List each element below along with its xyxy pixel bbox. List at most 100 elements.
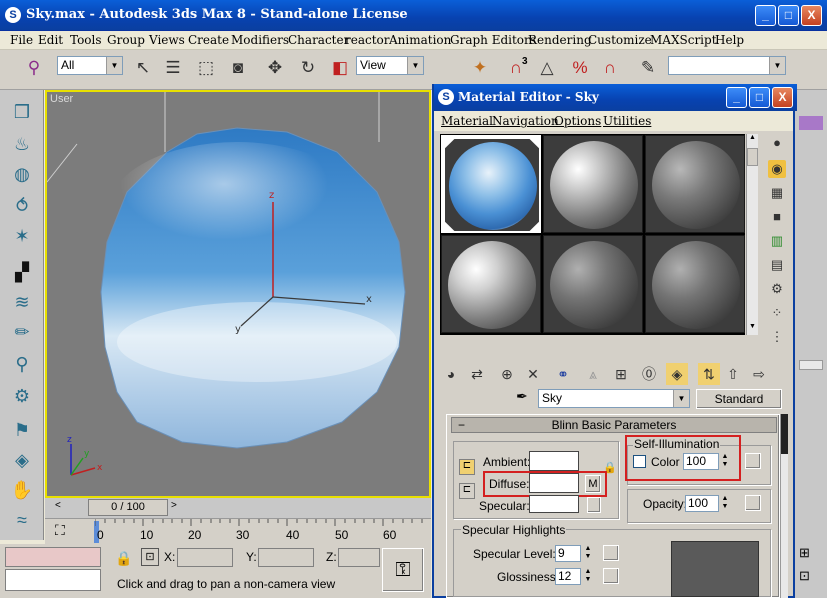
opacity-spinner-arrows[interactable]: ▲ ▼ (720, 495, 730, 512)
get-material-icon[interactable]: ◕ (440, 363, 462, 385)
sample-slot[interactable] (543, 135, 643, 233)
maxscript-listener-white[interactable] (5, 569, 101, 591)
video-color-check-icon[interactable]: ▥ (768, 232, 786, 250)
selection-filter-dropdown[interactable]: All ▼ (57, 56, 123, 75)
menu-group[interactable]: Group (107, 33, 145, 47)
named-selection-dropdown[interactable]: ▼ (668, 56, 786, 75)
panel-field[interactable] (799, 360, 823, 370)
maxscript-listener-pink[interactable] (5, 547, 101, 567)
percent-snap-icon[interactable]: % (568, 56, 592, 80)
stack-icon[interactable]: ≋ (8, 288, 36, 316)
x-coordinate-field[interactable] (177, 548, 233, 567)
diffuse-color-swatch[interactable] (529, 473, 579, 493)
timeline-ruler[interactable]: ⛶ 0 10 20 30 40 50 60 (45, 518, 431, 544)
close-button[interactable]: X (801, 5, 822, 26)
sample-slot[interactable] (543, 235, 643, 333)
glossiness-spinner[interactable]: 12 (555, 568, 581, 585)
zoom-extents-icon[interactable]: ⊡ (799, 568, 810, 584)
go-forward-icon[interactable]: ⇨ (748, 363, 770, 385)
diffuse-map-button[interactable]: M (585, 475, 601, 493)
weather-vane-icon[interactable]: ⚑ (8, 416, 36, 444)
sample-slot[interactable] (645, 135, 745, 233)
named-selection-icon[interactable]: ✎ (636, 56, 660, 80)
opacity-map-button[interactable] (745, 495, 761, 511)
me-menu-utilities[interactable]: Utilities (603, 114, 651, 128)
menu-edit[interactable]: Edit (38, 33, 63, 47)
z-coordinate-field[interactable] (338, 548, 380, 567)
options-icon[interactable]: ⚙ (768, 280, 786, 298)
menu-help[interactable]: Help (715, 33, 744, 47)
specular-level-spinner-arrows[interactable]: ▲ ▼ (583, 545, 593, 562)
make-unique-icon[interactable]: ⩓ (582, 363, 604, 385)
sample-type-icon[interactable]: ● (768, 134, 786, 152)
select-link-icon[interactable]: ⚲ (22, 56, 46, 80)
make-preview-icon[interactable]: ▤ (768, 256, 786, 274)
select-object-icon[interactable]: ↖ (131, 56, 155, 80)
sample-slot[interactable] (645, 235, 745, 333)
opacity-spinner[interactable]: 100 (685, 495, 719, 512)
me-close-button[interactable]: X (772, 87, 793, 108)
specular-level-map-button[interactable] (603, 545, 619, 561)
menu-create[interactable]: Create (188, 33, 229, 47)
biped-icon[interactable]: ✶ (8, 222, 36, 250)
menu-rendering[interactable]: Rendering (528, 33, 592, 47)
material-name-field[interactable]: Sky ▼ (538, 389, 690, 408)
object-color-swatch[interactable] (799, 116, 823, 130)
me-menu-material[interactable]: Material (441, 114, 493, 128)
menu-graph-editors[interactable]: Graph Editors (450, 33, 536, 47)
key-icon[interactable]: ⚿ (382, 548, 424, 592)
viewport-nav-icon[interactable]: ⊞ (799, 545, 810, 561)
rotate-icon[interactable]: ↻ (296, 56, 320, 80)
menu-file[interactable]: File (10, 33, 33, 47)
move-icon[interactable]: ✥ (263, 56, 287, 80)
self-illum-color-checkbox[interactable] (633, 455, 646, 468)
sample-uv-icon[interactable]: ■ (768, 208, 786, 226)
make-copy-icon[interactable]: ⚭ (552, 363, 574, 385)
wave-icon[interactable]: ≈ (8, 506, 36, 534)
ambient-color-swatch[interactable] (529, 451, 579, 471)
checker-icon[interactable]: ▞ (8, 258, 36, 286)
scale-icon[interactable]: ◧ (328, 56, 352, 80)
spinner-snap-icon[interactable]: ∩ (598, 56, 622, 80)
material-effects-channel-icon[interactable]: ⓪ (638, 363, 660, 385)
menu-character[interactable]: Character (288, 33, 349, 47)
curve-editor-icon[interactable]: ⛶ (55, 522, 65, 539)
chevron-down-icon[interactable]: ▼ (747, 323, 758, 333)
reference-coord-dropdown[interactable]: View ▼ (356, 56, 424, 75)
rollout-header[interactable]: − Blinn Basic Parameters (451, 417, 777, 433)
menu-animation[interactable]: Animation (389, 33, 451, 47)
me-minimize-button[interactable]: _ (726, 87, 747, 108)
search-zoom-icon[interactable]: ⚲ (8, 350, 36, 378)
pivot-icon[interactable]: ✦ (468, 56, 492, 80)
pen-icon[interactable]: ✏ (8, 318, 36, 346)
put-to-scene-icon[interactable]: ⇄ (466, 363, 488, 385)
menu-maxscript[interactable]: MAXScript (650, 33, 717, 47)
lock-ambient-diffuse-icon[interactable]: ⊏ (459, 459, 475, 475)
angle-snap-icon[interactable]: △ (535, 56, 559, 80)
self-illum-map-button[interactable] (745, 453, 761, 469)
time-slider[interactable]: < 0 / 100 > (45, 498, 431, 518)
menu-reactor[interactable]: reactor (345, 33, 390, 47)
go-to-parent-icon[interactable]: ⇧ (722, 363, 744, 385)
assign-material-icon[interactable]: ⊕ (496, 363, 518, 385)
user-viewport[interactable]: User z x y z x y (45, 90, 431, 498)
gear-icon[interactable]: ⚙ (8, 382, 36, 410)
menu-customize[interactable]: Customize (588, 33, 652, 47)
slider-prev-icon[interactable]: < (55, 500, 65, 515)
slider-next-icon[interactable]: > (171, 500, 181, 515)
lock-diffuse-specular-icon[interactable]: ⊏ (459, 483, 475, 499)
me-maximize-button[interactable]: □ (749, 87, 770, 108)
specular-color-swatch[interactable] (529, 495, 579, 513)
sample-slot[interactable] (441, 235, 541, 333)
menu-views[interactable]: Views (149, 33, 185, 47)
background-checker-icon[interactable]: ▦ (768, 184, 786, 202)
lock-selection-icon[interactable]: 🔒 (115, 550, 132, 567)
chevron-up-icon[interactable]: ▲ (747, 134, 758, 144)
rollout-scrollbar[interactable] (780, 414, 788, 598)
create-box-icon[interactable]: ❒ (8, 98, 36, 126)
glossiness-spinner-arrows[interactable]: ▲ ▼ (583, 568, 593, 585)
backlight-icon[interactable]: ◉ (768, 160, 786, 178)
lathe-icon[interactable]: ⥀ (8, 192, 36, 220)
frame-counter[interactable]: 0 / 100 (88, 499, 168, 516)
fish-icon[interactable]: ◈ (8, 446, 36, 474)
